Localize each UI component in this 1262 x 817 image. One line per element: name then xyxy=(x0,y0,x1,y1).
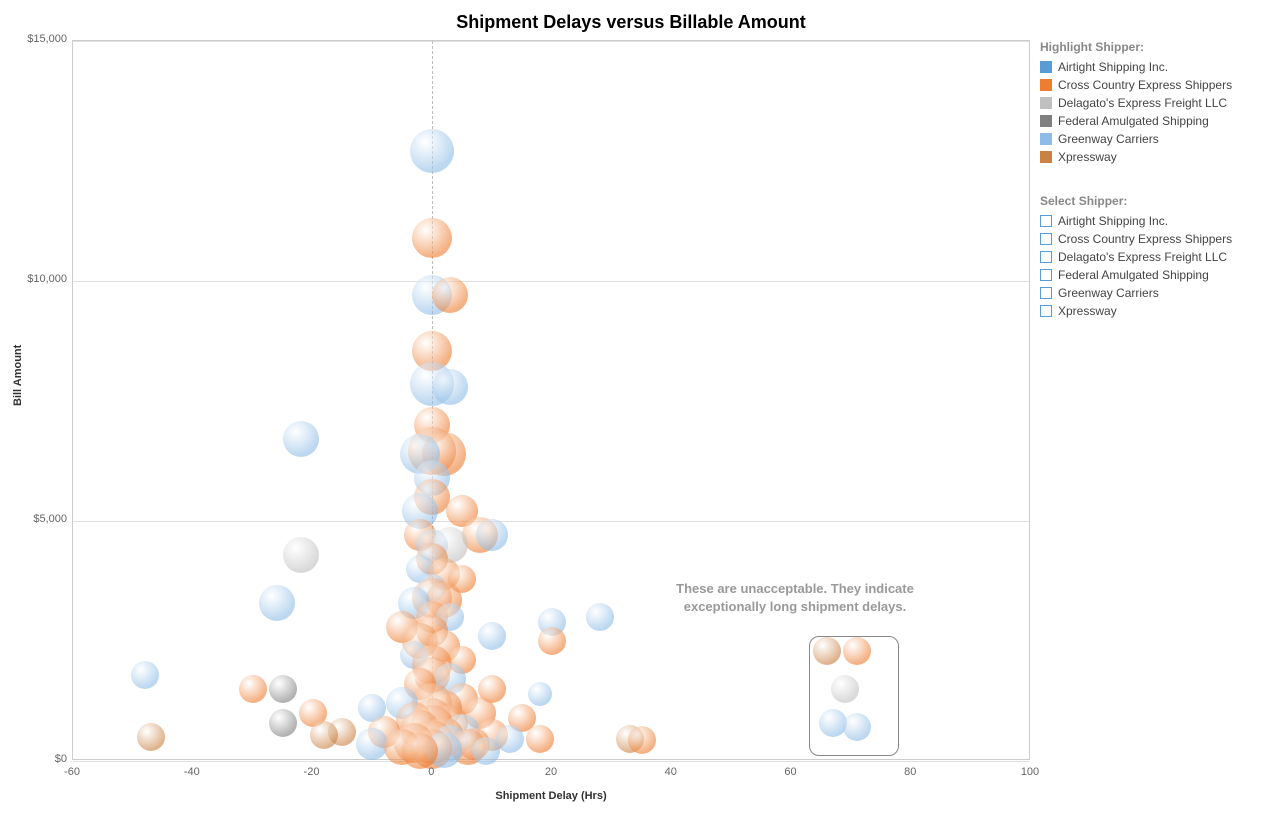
data-point[interactable] xyxy=(478,622,506,650)
x-axis-label: Shipment Delay (Hrs) xyxy=(72,790,1030,802)
gridline xyxy=(73,41,1029,42)
legend-item-label: Xpressway xyxy=(1058,150,1117,164)
x-tick-label: -40 xyxy=(172,766,212,778)
data-point[interactable] xyxy=(432,369,468,405)
x-tick-label: -60 xyxy=(52,766,92,778)
checkbox-icon[interactable] xyxy=(1040,287,1052,299)
data-point[interactable] xyxy=(283,537,319,573)
x-tick-label: -20 xyxy=(292,766,332,778)
x-tick-label: 60 xyxy=(771,766,811,778)
y-tick-label: $5,000 xyxy=(7,513,67,525)
data-point[interactable] xyxy=(496,725,524,753)
legend-item-label: Airtight Shipping Inc. xyxy=(1058,214,1168,228)
checkbox-icon[interactable] xyxy=(1040,233,1052,245)
annotation-text: These are unacceptable. They indicateexc… xyxy=(630,580,960,616)
x-tick-label: 40 xyxy=(651,766,691,778)
chart-title: Shipment Delays versus Billable Amount xyxy=(0,12,1262,33)
data-point[interactable] xyxy=(239,675,267,703)
checkbox-icon[interactable] xyxy=(1040,251,1052,263)
data-point[interactable] xyxy=(402,733,438,769)
legend-item-label: Federal Amulgated Shipping xyxy=(1058,114,1209,128)
legend-color-swatch xyxy=(1040,133,1052,145)
legend-highlight-item[interactable]: Delagato's Express Freight LLC xyxy=(1040,94,1255,112)
data-point[interactable] xyxy=(586,603,614,631)
legend-color-swatch xyxy=(1040,115,1052,127)
x-tick-label: 0 xyxy=(411,766,451,778)
legend-item-label: Cross Country Express Shippers xyxy=(1058,78,1232,92)
legend: Highlight Shipper: Airtight Shipping Inc… xyxy=(1040,40,1255,320)
legend-highlight-item[interactable]: Xpressway xyxy=(1040,148,1255,166)
data-point[interactable] xyxy=(432,277,468,313)
legend-color-swatch xyxy=(1040,61,1052,73)
y-axis-label: Bill Amount xyxy=(12,345,24,406)
gridline xyxy=(73,521,1029,522)
legend-select-item[interactable]: Cross Country Express Shippers xyxy=(1040,230,1255,248)
legend-item-label: Delagato's Express Freight LLC xyxy=(1058,96,1227,110)
legend-select-item[interactable]: Delagato's Express Freight LLC xyxy=(1040,248,1255,266)
legend-select-title: Select Shipper: xyxy=(1040,194,1255,208)
data-point[interactable] xyxy=(131,661,159,689)
legend-select-item[interactable]: Airtight Shipping Inc. xyxy=(1040,212,1255,230)
data-point[interactable] xyxy=(410,129,454,173)
legend-highlight-item[interactable]: Airtight Shipping Inc. xyxy=(1040,58,1255,76)
legend-color-swatch xyxy=(1040,79,1052,91)
data-point[interactable] xyxy=(137,723,165,751)
legend-highlight-title: Highlight Shipper: xyxy=(1040,40,1255,54)
checkbox-icon[interactable] xyxy=(1040,269,1052,281)
legend-select-item[interactable]: Federal Amulgated Shipping xyxy=(1040,266,1255,284)
data-point[interactable] xyxy=(538,627,566,655)
x-tick-label: 80 xyxy=(890,766,930,778)
data-point[interactable] xyxy=(476,519,508,551)
data-point[interactable] xyxy=(628,726,656,754)
legend-item-label: Cross Country Express Shippers xyxy=(1058,232,1232,246)
gridline xyxy=(73,761,1029,762)
legend-item-label: Delagato's Express Freight LLC xyxy=(1058,250,1227,264)
legend-highlight-item[interactable]: Greenway Carriers xyxy=(1040,130,1255,148)
data-point[interactable] xyxy=(528,682,552,706)
legend-item-label: Greenway Carriers xyxy=(1058,132,1159,146)
legend-highlight-item[interactable]: Federal Amulgated Shipping xyxy=(1040,112,1255,130)
y-tick-label: $10,000 xyxy=(7,273,67,285)
legend-highlight-item[interactable]: Cross Country Express Shippers xyxy=(1040,76,1255,94)
x-tick-label: 20 xyxy=(531,766,571,778)
legend-item-label: Airtight Shipping Inc. xyxy=(1058,60,1168,74)
legend-item-label: Federal Amulgated Shipping xyxy=(1058,268,1209,282)
data-point[interactable] xyxy=(269,675,297,703)
checkbox-icon[interactable] xyxy=(1040,215,1052,227)
data-point[interactable] xyxy=(526,725,554,753)
highlight-box xyxy=(809,636,899,756)
data-point[interactable] xyxy=(259,585,295,621)
legend-color-swatch xyxy=(1040,97,1052,109)
y-tick-label: $0 xyxy=(7,753,67,765)
data-point[interactable] xyxy=(472,737,500,765)
plot-area[interactable] xyxy=(72,40,1030,760)
legend-select-item[interactable]: Greenway Carriers xyxy=(1040,284,1255,302)
data-point[interactable] xyxy=(269,709,297,737)
x-tick-label: 100 xyxy=(1010,766,1050,778)
data-point[interactable] xyxy=(310,721,338,749)
checkbox-icon[interactable] xyxy=(1040,305,1052,317)
y-tick-label: $15,000 xyxy=(7,33,67,45)
legend-color-swatch xyxy=(1040,151,1052,163)
data-point[interactable] xyxy=(412,218,452,258)
legend-item-label: Xpressway xyxy=(1058,304,1117,318)
data-point[interactable] xyxy=(283,421,319,457)
legend-select-item[interactable]: Xpressway xyxy=(1040,302,1255,320)
gridline xyxy=(73,281,1029,282)
legend-item-label: Greenway Carriers xyxy=(1058,286,1159,300)
